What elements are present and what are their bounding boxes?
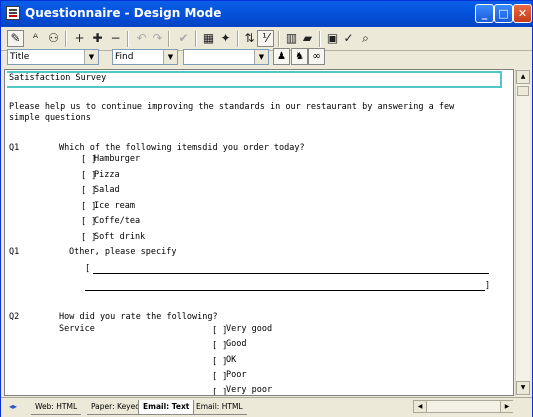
text-entry-line-1[interactable] [93,273,489,274]
layers-icon[interactable]: ▰ [299,30,316,47]
app-window: Questionnaire - Design Mode _ □ ✕ ✎ ᴬ ⚇ … [0,0,533,417]
main-toolbar: ✎ ᴬ ⚇ + ✚ − ↶ ↷ ✔ ▦ ✦ ⇅ ⅟ ▥ ▰ ▣ ✓ ⌕ [1,27,532,51]
people-icon[interactable]: ⚇ [45,30,62,47]
intro-line-1: Please help us to continue improving the… [9,102,455,112]
option-ok: OK [226,355,237,365]
binoculars-icon[interactable]: ∞ [308,48,325,65]
separator [65,31,67,47]
q2-sub-service: Service [59,324,95,334]
properties-icon[interactable]: ▦ [200,30,217,47]
separator [195,31,197,47]
window-title: Questionnaire - Design Mode [25,6,222,20]
style-select-value: Title [10,52,30,62]
search-input[interactable]: ▼ [183,49,269,65]
option-ice-ream: Ice ream [94,201,135,211]
intro-line-2: simple questions [9,113,91,123]
design-icon[interactable]: ✎ [7,30,24,47]
option-coffe-tea: Coffe/tea [94,216,141,226]
option-poor: Poor [226,370,247,380]
q2-label: Q2 [9,312,20,322]
wizard-icon[interactable]: ✦ [217,30,234,47]
find-person-icon[interactable]: ♟ [273,48,290,65]
scroll-right-icon[interactable]: ▶ [500,401,513,412]
q1-label: Q1 [9,143,20,153]
remove-icon[interactable]: − [107,30,124,47]
option-good: Good [226,339,247,349]
scroll-up-icon[interactable]: ▲ [516,70,530,84]
title-bar[interactable]: Questionnaire - Design Mode _ □ ✕ [1,1,532,27]
tab-email-html[interactable]: Email: HTML [192,400,247,415]
separator [278,31,280,47]
maximize-button[interactable]: □ [494,4,513,23]
separator [237,31,239,47]
insert-icon[interactable]: ✚ [89,30,106,47]
q2-text: How did you rate the following? [59,312,218,322]
option-salad: Salad [94,185,120,195]
routing-icon[interactable]: ⇅ [241,30,258,47]
chevron-down-icon[interactable]: ▼ [163,50,177,64]
close-button[interactable]: ✕ [513,4,532,23]
q1b-label: Q1 [9,247,20,257]
scroll-down-icon[interactable]: ▼ [516,381,530,395]
undo-icon[interactable]: ↶ [133,30,150,47]
preview-icon[interactable]: ▣ [324,30,341,47]
survey-title[interactable]: Satisfaction Survey [9,73,106,83]
find-next-icon[interactable]: ♞ [291,48,308,65]
scroll-thumb[interactable] [517,86,529,96]
tab-web-html[interactable]: Web: HTML [31,400,82,415]
style-select[interactable]: Title ▼ [7,49,99,65]
scroll-left-icon[interactable]: ◀ [414,401,427,412]
redo-icon[interactable]: ↷ [149,30,166,47]
q1b-text: Other, please specify [69,247,177,257]
option-very-good: Very good [226,324,273,334]
horizontal-scrollbar[interactable]: ◀ ▶ [413,400,513,413]
document-editor[interactable]: Satisfaction Survey Please help us to co… [4,69,514,396]
close-bracket: ] [485,281,491,291]
chevron-down-icon[interactable]: ▼ [254,50,268,64]
separator [127,31,129,47]
separator [319,31,321,47]
minimize-button[interactable]: _ [475,4,494,23]
option-very-poor: Very poor [226,385,273,395]
chevron-down-icon[interactable]: ▼ [84,50,98,64]
grid-icon[interactable]: ▥ [283,30,300,47]
numbering-icon[interactable]: ⅟ [257,30,274,47]
separator [168,31,170,47]
open-bracket: [ [85,264,91,274]
check-icon[interactable]: ✔ [175,30,192,47]
spellcheck-icon[interactable]: ✓ [340,30,357,47]
option-hamburger: Hamburger [94,154,141,164]
font-icon[interactable]: ᴬ [27,30,44,47]
search-icon[interactable]: ⌕ [357,30,374,47]
tab-paper-keyed[interactable]: Paper: Keyed [87,400,144,415]
tab-scroll-icon[interactable]: ◂▸ [5,400,21,414]
app-icon [6,6,20,20]
add-icon[interactable]: + [71,30,88,47]
find-select[interactable]: Find ▼ [112,49,178,65]
vertical-scrollbar[interactable]: ▲ ▼ [515,69,530,396]
q1-text: Which of the following itemsdid you orde… [59,143,305,153]
find-select-value: Find [115,52,134,62]
option-soft-drink: Soft drink [94,232,146,242]
text-entry-line-2[interactable] [85,290,485,291]
option-pizza: Pizza [94,170,120,180]
tab-email-text[interactable]: Email: Text [138,400,195,415]
